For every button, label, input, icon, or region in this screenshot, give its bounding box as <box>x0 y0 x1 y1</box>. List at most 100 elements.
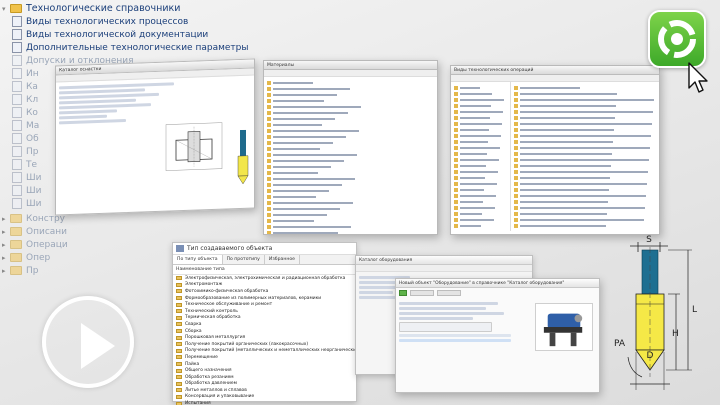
tree-item-label: Кл <box>26 94 39 105</box>
list-item <box>267 134 434 139</box>
list-item <box>454 193 507 198</box>
tree-item[interactable]: ▸ Констру <box>2 212 262 225</box>
list-item <box>514 157 656 162</box>
document-icon <box>12 120 22 131</box>
expand-arrow-icon[interactable]: ▸ <box>2 254 10 262</box>
folder-icon <box>176 381 182 386</box>
tree-item-label: Ин <box>26 68 39 79</box>
tree-item[interactable]: ▸ Описани <box>2 225 262 238</box>
object-type-row[interactable]: Термическая обработка <box>173 315 356 322</box>
tree-item-label: Операци <box>26 239 68 250</box>
object-type-label: Перемещение <box>185 354 218 360</box>
document-icon <box>12 185 22 196</box>
list-item <box>267 218 434 223</box>
new-equipment-card: Новый объект "Оборудование" в справочник… <box>395 278 600 393</box>
list-item <box>454 217 507 222</box>
list-item <box>514 115 656 120</box>
folder-icon <box>176 342 182 347</box>
object-type-row[interactable]: Консервация и упаковывание <box>173 394 356 401</box>
expand-arrow-icon[interactable]: ▸ <box>2 267 10 275</box>
play-video-button[interactable] <box>42 296 134 388</box>
list-item <box>514 121 656 126</box>
object-type-row[interactable]: Порошковая металлургия <box>173 334 356 341</box>
tab-favorites[interactable]: Избранное <box>265 255 300 264</box>
list-item <box>514 103 656 108</box>
column-header-type-name[interactable]: Наименование типа <box>173 265 356 275</box>
tree-item-label: Виды технологической документации <box>26 29 209 40</box>
folder-icon <box>176 335 182 340</box>
list-item <box>267 86 434 91</box>
list-item <box>514 91 656 96</box>
tab-by-prototype[interactable]: По прототипу <box>223 255 265 264</box>
object-type-row[interactable]: Электромонтаж <box>173 282 356 289</box>
list-item <box>514 199 656 204</box>
folder-icon <box>176 302 182 307</box>
folder-icon <box>176 368 182 373</box>
drill-thumbnail <box>237 129 249 185</box>
list-item <box>454 169 507 174</box>
folder-icon <box>176 348 182 353</box>
tree-root[interactable]: ▾ Технологические справочники <box>2 2 262 15</box>
object-type-row[interactable]: Получение покрытий органических (лакокра… <box>173 341 356 348</box>
object-type-row[interactable]: Электрофизическая, электрохимическая и р… <box>173 275 356 282</box>
list-item <box>514 133 656 138</box>
list-item <box>454 187 507 192</box>
list-item <box>514 97 656 102</box>
object-type-row[interactable]: Обработка давлением <box>173 381 356 388</box>
document-icon <box>12 133 22 144</box>
document-icon <box>12 29 22 40</box>
object-type-label: Термическая обработка <box>185 315 241 321</box>
list-item <box>514 187 656 192</box>
object-type-row[interactable]: Сварка <box>173 321 356 328</box>
tool-button[interactable] <box>410 290 434 296</box>
object-type-row[interactable]: Пайка <box>173 361 356 368</box>
expand-arrow-icon[interactable]: ▸ <box>2 215 10 223</box>
object-type-row[interactable]: Перемещение <box>173 354 356 361</box>
drill-dimension-diagram: S H L PA D <box>614 235 697 390</box>
dim-label-l: L <box>692 305 697 315</box>
object-type-row[interactable]: Получение покрытий (металлических и неме… <box>173 348 360 355</box>
list-item <box>454 199 507 204</box>
expand-arrow-icon[interactable]: ▸ <box>2 228 10 236</box>
tree-item[interactable]: Дополнительные технологические параметры <box>2 41 262 54</box>
tree-item[interactable]: Виды технологических процессов <box>2 15 262 28</box>
tool-button[interactable] <box>437 290 461 296</box>
dim-label-pa: PA <box>614 339 626 349</box>
list-item <box>514 85 656 90</box>
list-item <box>267 212 434 217</box>
object-type-row[interactable]: Сборка <box>173 328 356 335</box>
object-type-row[interactable]: Общего назначения <box>173 367 356 374</box>
object-type-label: Получение покрытий (металлических и неме… <box>185 348 361 354</box>
folder-icon <box>176 276 182 281</box>
list-item <box>454 115 507 120</box>
object-type-row[interactable]: Технический контроль <box>173 308 356 315</box>
list-item <box>267 104 434 109</box>
folder-icon <box>10 266 22 275</box>
folder-icon <box>176 329 182 334</box>
expand-arrow-icon[interactable]: ▸ <box>2 241 10 249</box>
window-toolbar <box>356 265 532 272</box>
dim-label-h: H <box>672 329 679 339</box>
folder-icon <box>176 309 182 314</box>
save-button[interactable] <box>399 290 407 296</box>
object-type-row[interactable]: Формообразование из полимерных материало… <box>173 295 356 302</box>
object-type-row[interactable]: Обработка резанием <box>173 374 356 381</box>
object-type-label: Обработка давлением <box>185 381 237 387</box>
list-item <box>514 217 656 222</box>
folder-icon <box>176 362 182 367</box>
tree-item-label: Ши <box>26 172 42 183</box>
folder-icon <box>176 322 182 327</box>
object-type-row[interactable]: Техническое обслуживание и ремонт <box>173 301 356 308</box>
tree-item[interactable]: Виды технологической документации <box>2 28 262 41</box>
object-type-tabs: По типу объекта По прототипу Избранное <box>173 255 356 265</box>
object-type-row[interactable]: Литье металлов и сплавов <box>173 387 356 394</box>
object-type-label: Общего назначения <box>185 368 232 374</box>
list-item <box>514 127 656 132</box>
tab-by-object-type[interactable]: По типу объекта <box>173 255 223 264</box>
list-item <box>267 116 434 121</box>
object-type-row[interactable]: Испытания <box>173 400 356 405</box>
object-type-row[interactable]: Фотохимико-физическая обработка <box>173 288 356 295</box>
collapse-arrow-icon[interactable]: ▾ <box>2 5 10 13</box>
list-item <box>267 152 434 157</box>
folder-icon <box>10 253 22 262</box>
